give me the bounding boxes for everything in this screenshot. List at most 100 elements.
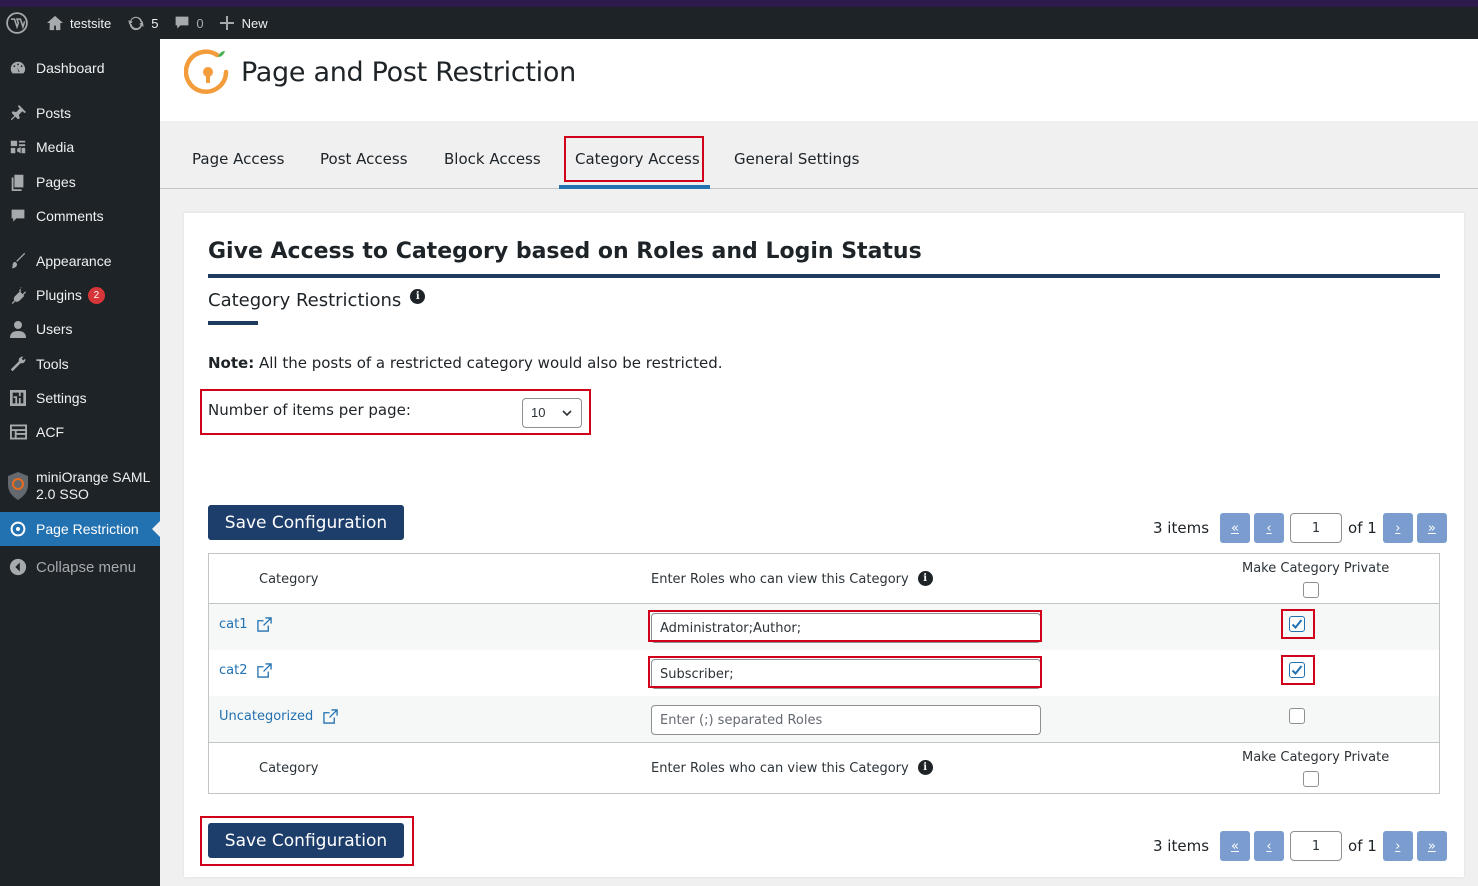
sidebar-item-label: ACF xyxy=(36,424,64,440)
per-page-label: Number of items per page: xyxy=(208,401,411,419)
pin-icon xyxy=(0,104,36,122)
top-strip xyxy=(0,0,1478,7)
select-all-private-checkbox[interactable] xyxy=(1303,771,1319,787)
sub-title: Category Restrictions xyxy=(208,290,402,311)
per-page-select[interactable]: 10 xyxy=(522,398,582,428)
sidebar-item-plugins[interactable]: Plugins 2 xyxy=(0,278,160,312)
admin-bar: testsite 5 0 New xyxy=(0,7,1478,39)
plus-icon xyxy=(219,16,234,30)
private-checkbox[interactable] xyxy=(1289,662,1305,678)
next-page-button[interactable]: › xyxy=(1382,513,1413,543)
sidebar-item-settings[interactable]: Settings xyxy=(0,381,160,415)
current-page-input[interactable]: 1 xyxy=(1290,831,1343,861)
sidebar-item-acf[interactable]: ACF xyxy=(0,415,160,449)
table-row: cat2 Subscriber; xyxy=(209,650,1439,696)
sidebar-item-label: Plugins xyxy=(36,287,82,303)
updates-count: 5 xyxy=(151,15,159,31)
wordpress-logo-icon[interactable] xyxy=(0,7,38,39)
paintbrush-icon xyxy=(0,252,36,270)
checkmark-icon xyxy=(1291,619,1303,629)
sidebar-item-label: Media xyxy=(36,139,75,155)
admin-sidebar: Dashboard Posts Media Pages Comments App… xyxy=(0,39,160,886)
settings-icon xyxy=(0,390,36,406)
comment-icon xyxy=(176,16,189,29)
sidebar-item-page-restriction[interactable]: Page Restriction xyxy=(0,512,160,546)
comments-link[interactable]: 0 xyxy=(166,7,211,39)
items-count: 3 items xyxy=(1153,519,1210,537)
category-link[interactable]: cat2 xyxy=(219,663,247,678)
prev-page-button[interactable]: ‹ xyxy=(1254,513,1285,543)
sidebar-item-dashboard[interactable]: Dashboard xyxy=(0,51,160,85)
media-icon xyxy=(0,138,36,156)
miniorange-logo-icon xyxy=(184,49,229,94)
sidebar-item-miniorange-saml[interactable]: miniOrange SAML 2.0 SSO xyxy=(0,463,160,509)
first-page-button[interactable]: « xyxy=(1220,513,1251,543)
acf-icon xyxy=(0,424,36,440)
current-page-input[interactable]: 1 xyxy=(1290,513,1343,543)
external-link-icon[interactable] xyxy=(257,617,273,632)
site-name-link[interactable]: testsite xyxy=(38,7,119,39)
col-roles: Enter Roles who can view this Category xyxy=(651,761,909,776)
category-table: Category Enter Roles who can view this C… xyxy=(208,553,1440,794)
site-name: testsite xyxy=(70,15,112,31)
tab-post-access[interactable]: Post Access xyxy=(320,150,408,168)
sidebar-item-tools[interactable]: Tools xyxy=(0,347,160,381)
external-link-icon[interactable] xyxy=(257,663,273,678)
select-all-private-checkbox[interactable] xyxy=(1303,582,1319,598)
save-configuration-button-top[interactable]: Save Configuration xyxy=(208,505,404,540)
save-configuration-button-bottom[interactable]: Save Configuration xyxy=(208,823,404,858)
last-page-button[interactable]: » xyxy=(1416,831,1447,861)
table-row: Uncategorized Enter (;) separated Roles xyxy=(209,696,1439,743)
col-roles: Enter Roles who can view this Category xyxy=(651,572,909,587)
sidebar-item-label: Appearance xyxy=(36,253,112,269)
sidebar-item-label-line2: 2.0 SSO xyxy=(36,486,89,502)
private-checkbox[interactable] xyxy=(1289,616,1305,632)
new-content-link[interactable]: New xyxy=(212,7,276,39)
new-label: New xyxy=(241,15,268,31)
first-page-button[interactable]: « xyxy=(1220,831,1251,861)
pages-icon xyxy=(0,173,36,191)
total-pages: of 1 xyxy=(1348,519,1377,537)
category-link[interactable]: Uncategorized xyxy=(219,709,313,724)
tab-general-settings[interactable]: General Settings xyxy=(734,150,859,168)
sidebar-item-posts[interactable]: Posts xyxy=(0,96,160,130)
pagination-bottom: 3 items « ‹ 1 of 1 › » xyxy=(1153,831,1451,861)
collapse-arrow-icon xyxy=(0,558,36,576)
sidebar-item-users[interactable]: Users xyxy=(0,312,160,346)
sidebar-item-comments[interactable]: Comments xyxy=(0,199,160,233)
collapse-menu-label: Collapse menu xyxy=(36,558,137,576)
per-page-value: 10 xyxy=(531,405,546,420)
sidebar-item-label: Page Restriction xyxy=(36,521,139,537)
collapse-menu-button[interactable]: Collapse menu xyxy=(0,550,160,584)
next-page-button[interactable]: › xyxy=(1382,831,1413,861)
miniorange-shield-icon xyxy=(0,471,36,501)
tab-category-access[interactable]: Category Access xyxy=(575,150,700,168)
dashboard-icon xyxy=(0,59,36,77)
roles-highlight-box xyxy=(648,656,1042,688)
category-link[interactable]: cat1 xyxy=(219,617,247,632)
title-divider xyxy=(208,274,1440,278)
col-private: Make Category Private xyxy=(1242,750,1390,765)
roles-highlight-box xyxy=(648,610,1042,642)
last-page-button[interactable]: » xyxy=(1416,513,1447,543)
private-checkbox[interactable] xyxy=(1289,708,1305,724)
prev-page-button[interactable]: ‹ xyxy=(1254,831,1285,861)
note-text: Note: All the posts of a restricted cate… xyxy=(208,354,722,372)
total-pages: of 1 xyxy=(1348,837,1377,855)
info-icon[interactable]: i xyxy=(917,570,933,586)
external-link-icon[interactable] xyxy=(323,709,338,724)
roles-input[interactable]: Enter (;) separated Roles xyxy=(651,705,1041,735)
sidebar-item-media[interactable]: Media xyxy=(0,130,160,164)
sidebar-item-pages[interactable]: Pages xyxy=(0,165,160,199)
info-icon[interactable]: i xyxy=(917,759,933,775)
comments-count: 0 xyxy=(196,15,204,31)
tab-page-access[interactable]: Page Access xyxy=(192,150,284,168)
table-header: Category Enter Roles who can view this C… xyxy=(209,554,1439,604)
plugin-header: Page and Post Restriction xyxy=(160,39,1478,121)
info-icon[interactable]: i xyxy=(410,289,426,304)
home-icon xyxy=(47,15,63,31)
plugins-update-badge: 2 xyxy=(87,286,105,304)
tab-block-access[interactable]: Block Access xyxy=(444,150,541,168)
updates-link[interactable]: 5 xyxy=(119,7,166,39)
sidebar-item-appearance[interactable]: Appearance xyxy=(0,244,160,278)
